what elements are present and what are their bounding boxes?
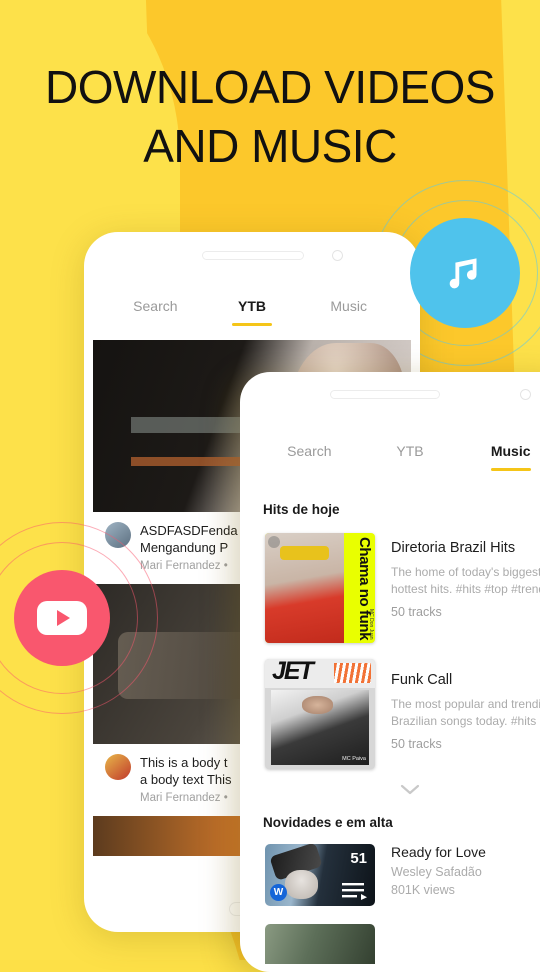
back-feed-title-2-line1: This is a body t	[140, 755, 228, 770]
front-phone-tab-bar: Search YTB Music	[249, 416, 540, 488]
playlist-desc-1-line2: hottest hits. #hits #top #trendi	[391, 582, 540, 596]
video-track-count-1: 51	[350, 850, 367, 867]
back-tab-ytb[interactable]: YTB	[204, 298, 301, 326]
back-feed-title-2-line2: a body text This	[140, 772, 232, 787]
playlist-cover-2-text: JET	[272, 659, 314, 685]
front-tab-active-underline	[490, 468, 531, 471]
avatar[interactable]	[105, 754, 131, 780]
music-badge	[410, 218, 520, 328]
chevron-down-icon	[400, 784, 420, 795]
front-tab-search-label: Search	[287, 443, 332, 459]
back-phone-speaker	[202, 251, 304, 260]
playlist-tracks-1: 50 tracks	[391, 605, 442, 619]
playlist-desc-2-line2: Brazilian songs today. #hits	[391, 714, 537, 728]
back-tab-search-label: Search	[133, 298, 178, 314]
front-phone-camera-icon	[520, 389, 531, 400]
playlist-cover-1-credit: MC Don Juan	[368, 609, 374, 640]
video-thumbnail-1[interactable]: 51 W	[265, 844, 375, 906]
back-phone-camera-icon	[332, 250, 343, 261]
playlist-desc-2-line1: The most popular and trending	[391, 697, 540, 711]
back-phone-tab-bar: Search YTB Music	[93, 274, 411, 340]
back-tab-search[interactable]: Search	[107, 298, 204, 316]
front-tab-ytb-label: YTB	[396, 443, 424, 459]
playlist-name-2: Funk Call	[391, 672, 453, 688]
back-feed-channel-2: Mari Fernandez •	[140, 792, 228, 804]
playlist-desc-1-line1: The home of today's biggest an	[391, 565, 540, 579]
expand-more-button[interactable]	[249, 783, 540, 801]
back-tab-active-underline	[232, 323, 272, 326]
front-phone-device: Search YTB Music Hits de hoje Chama no f…	[240, 372, 540, 972]
front-phone-speaker	[330, 390, 440, 399]
playlist-cover-2-credit: MC Paiva	[342, 756, 366, 762]
playlist-row-1[interactable]: Chama no funk MC Don Juan Diretoria Braz…	[265, 533, 540, 643]
back-tab-music[interactable]: Music	[300, 298, 397, 316]
video-views-1: 801K views	[391, 883, 455, 897]
front-phone-screen: Search YTB Music Hits de hoje Chama no f…	[249, 416, 540, 964]
playlist-cover-1[interactable]: Chama no funk MC Don Juan	[265, 533, 375, 643]
music-note-icon	[449, 258, 477, 289]
playlist-name-1: Diretoria Brazil Hits	[391, 540, 516, 556]
playlist-row-2[interactable]: JET MC Paiva Funk Call The most popular …	[265, 659, 540, 769]
watermark-badge-1: W	[270, 884, 287, 901]
section-title-novidades: Novidades e em alta	[263, 815, 393, 830]
front-tab-music-label: Music	[490, 443, 531, 459]
video-artist-1: Wesley Safadão	[391, 865, 482, 879]
back-tab-music-label: Music	[330, 298, 367, 314]
playlist-tracks-2: 50 tracks	[391, 737, 442, 751]
back-feed-title-1-line2: Mengandung P	[140, 540, 229, 555]
section-title-hits: Hits de hoje	[263, 502, 340, 517]
front-tab-music[interactable]: Music	[460, 443, 540, 471]
playlist-cover-2[interactable]: JET MC Paiva	[265, 659, 375, 769]
video-thumbnail-2[interactable]	[265, 924, 375, 964]
back-feed-title-1-line1: ASDFASDFenda	[140, 523, 238, 538]
headline-line-1: DOWNLOAD VIDEOS	[44, 61, 496, 113]
front-tab-ytb[interactable]: YTB	[360, 443, 461, 461]
headline-line-2: AND MUSIC	[143, 120, 397, 172]
back-tab-ytb-label: YTB	[238, 298, 266, 314]
back-feed-channel-1: Mari Fernandez •	[140, 560, 228, 572]
video-row-2[interactable]	[265, 924, 540, 964]
front-tab-search[interactable]: Search	[259, 443, 360, 461]
page-title: DOWNLOAD VIDEOS AND MUSIC	[0, 58, 540, 176]
video-title-1: Ready for Love	[391, 844, 486, 860]
video-row-1[interactable]: 51 W Ready for Love Wesley Safadão 801K …	[265, 844, 540, 906]
playlist-queue-icon	[342, 883, 367, 900]
